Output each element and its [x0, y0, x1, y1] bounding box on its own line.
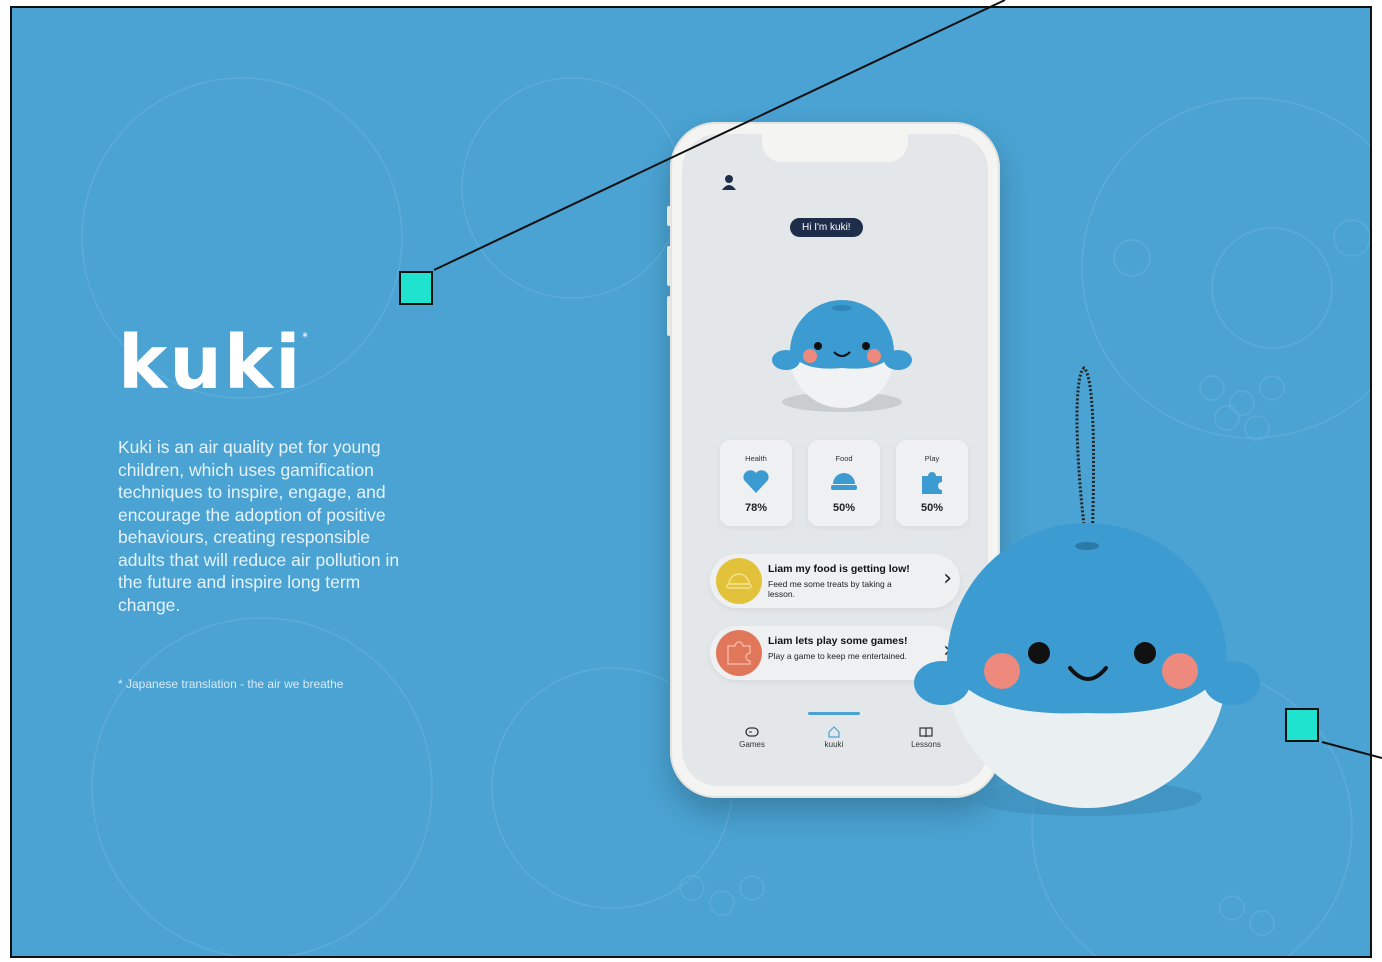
annotation-marker[interactable]	[1285, 708, 1319, 742]
annotation-marker[interactable]	[399, 271, 433, 305]
annotation-leaders	[433, 0, 1382, 759]
